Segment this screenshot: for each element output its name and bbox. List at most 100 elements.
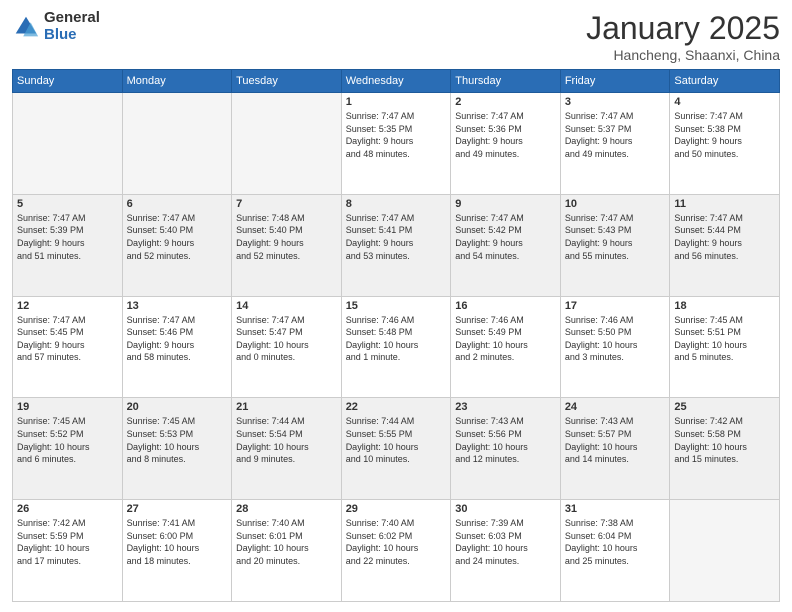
calendar-week-row: 1 Sunrise: 7:47 AM Sunset: 5:35 PM Daylig… [13,93,780,195]
day-number: 13 [127,300,228,312]
day-info: Sunrise: 7:46 AM Sunset: 5:48 PM Dayligh… [346,314,447,364]
day-info: Sunrise: 7:45 AM Sunset: 5:53 PM Dayligh… [127,415,228,465]
title-block: January 2025 Hancheng, Shaanxi, China [586,10,780,63]
day-info: Sunrise: 7:43 AM Sunset: 5:56 PM Dayligh… [455,415,556,465]
day-number: 9 [455,198,556,210]
calendar-weekday-saturday: Saturday [670,70,780,93]
day-info: Sunrise: 7:47 AM Sunset: 5:44 PM Dayligh… [674,212,775,262]
day-info: Sunrise: 7:47 AM Sunset: 5:39 PM Dayligh… [17,212,118,262]
day-number: 3 [565,96,666,108]
calendar-weekday-sunday: Sunday [13,70,123,93]
calendar-cell [670,500,780,602]
day-info: Sunrise: 7:39 AM Sunset: 6:03 PM Dayligh… [455,517,556,567]
day-info: Sunrise: 7:47 AM Sunset: 5:45 PM Dayligh… [17,314,118,364]
day-number: 15 [346,300,447,312]
logo-blue: Blue [44,27,100,44]
calendar-week-row: 26 Sunrise: 7:42 AM Sunset: 5:59 PM Dayli… [13,500,780,602]
calendar-cell: 17 Sunrise: 7:46 AM Sunset: 5:50 PM Dayli… [560,296,670,398]
calendar-cell: 16 Sunrise: 7:46 AM Sunset: 5:49 PM Dayli… [451,296,561,398]
day-info: Sunrise: 7:46 AM Sunset: 5:49 PM Dayligh… [455,314,556,364]
calendar-weekday-monday: Monday [122,70,232,93]
calendar-cell: 3Sunrise: 7:47 AM Sunset: 5:37 PM Daylig… [560,93,670,195]
day-number: 7 [236,198,337,210]
day-number: 25 [674,401,775,413]
day-info: Sunrise: 7:47 AM Sunset: 5:42 PM Dayligh… [455,212,556,262]
day-number: 22 [346,401,447,413]
day-number: 20 [127,401,228,413]
day-info: Sunrise: 7:47 AM Sunset: 5:36 PM Dayligh… [455,110,556,160]
calendar-cell: 8Sunrise: 7:47 AM Sunset: 5:41 PM Daylig… [341,194,451,296]
calendar-cell: 23 Sunrise: 7:43 AM Sunset: 5:56 PM Dayli… [451,398,561,500]
calendar-cell: 29Sunrise: 7:40 AM Sunset: 6:02 PM Dayli… [341,500,451,602]
day-number: 1 [346,96,447,108]
day-info: Sunrise: 7:46 AM Sunset: 5:50 PM Dayligh… [565,314,666,364]
calendar-cell: 13Sunrise: 7:47 AM Sunset: 5:46 PM Dayli… [122,296,232,398]
logo-general: General [44,10,100,27]
day-info: Sunrise: 7:45 AM Sunset: 5:52 PM Dayligh… [17,415,118,465]
day-number: 5 [17,198,118,210]
calendar-cell: 22 Sunrise: 7:44 AM Sunset: 5:55 PM Dayli… [341,398,451,500]
calendar-cell: 5 Sunrise: 7:47 AM Sunset: 5:39 PM Daylig… [13,194,123,296]
day-number: 26 [17,503,118,515]
day-info: Sunrise: 7:42 AM Sunset: 5:58 PM Dayligh… [674,415,775,465]
logo-icon [12,13,40,41]
title-location: Hancheng, Shaanxi, China [586,47,780,63]
calendar-cell [122,93,232,195]
calendar-cell: 25 Sunrise: 7:42 AM Sunset: 5:58 PM Dayli… [670,398,780,500]
calendar-weekday-wednesday: Wednesday [341,70,451,93]
day-number: 16 [455,300,556,312]
day-info: Sunrise: 7:44 AM Sunset: 5:54 PM Dayligh… [236,415,337,465]
calendar-cell: 14Sunrise: 7:47 AM Sunset: 5:47 PM Dayli… [232,296,342,398]
day-number: 29 [346,503,447,515]
day-info: Sunrise: 7:42 AM Sunset: 5:59 PM Dayligh… [17,517,118,567]
calendar-cell: 26 Sunrise: 7:42 AM Sunset: 5:59 PM Dayli… [13,500,123,602]
day-info: Sunrise: 7:38 AM Sunset: 6:04 PM Dayligh… [565,517,666,567]
calendar-header-row: SundayMondayTuesdayWednesdayThursdayFrid… [13,70,780,93]
calendar-weekday-tuesday: Tuesday [232,70,342,93]
calendar-cell [232,93,342,195]
calendar-cell [13,93,123,195]
calendar-cell: 12 Sunrise: 7:47 AM Sunset: 5:45 PM Dayli… [13,296,123,398]
calendar-week-row: 19 Sunrise: 7:45 AM Sunset: 5:52 PM Dayli… [13,398,780,500]
calendar-cell: 15 Sunrise: 7:46 AM Sunset: 5:48 PM Dayli… [341,296,451,398]
calendar-cell: 31 Sunrise: 7:38 AM Sunset: 6:04 PM Dayli… [560,500,670,602]
day-number: 23 [455,401,556,413]
calendar-cell: 2Sunrise: 7:47 AM Sunset: 5:36 PM Daylig… [451,93,561,195]
calendar-cell: 20 Sunrise: 7:45 AM Sunset: 5:53 PM Dayli… [122,398,232,500]
calendar-weekday-thursday: Thursday [451,70,561,93]
calendar-cell: 4Sunrise: 7:47 AM Sunset: 5:38 PM Daylig… [670,93,780,195]
day-number: 8 [346,198,447,210]
page: General Blue January 2025 Hancheng, Shaa… [0,0,792,612]
day-number: 12 [17,300,118,312]
calendar-cell: 19 Sunrise: 7:45 AM Sunset: 5:52 PM Dayli… [13,398,123,500]
day-info: Sunrise: 7:45 AM Sunset: 5:51 PM Dayligh… [674,314,775,364]
calendar-cell: 24Sunrise: 7:43 AM Sunset: 5:57 PM Dayli… [560,398,670,500]
calendar-cell: 1 Sunrise: 7:47 AM Sunset: 5:35 PM Daylig… [341,93,451,195]
day-info: Sunrise: 7:40 AM Sunset: 6:01 PM Dayligh… [236,517,337,567]
day-number: 27 [127,503,228,515]
day-number: 30 [455,503,556,515]
title-month: January 2025 [586,10,780,47]
calendar-cell: 10Sunrise: 7:47 AM Sunset: 5:43 PM Dayli… [560,194,670,296]
calendar-cell: 6Sunrise: 7:47 AM Sunset: 5:40 PM Daylig… [122,194,232,296]
day-number: 17 [565,300,666,312]
day-number: 31 [565,503,666,515]
day-number: 11 [674,198,775,210]
calendar-cell: 21Sunrise: 7:44 AM Sunset: 5:54 PM Dayli… [232,398,342,500]
calendar-week-row: 5 Sunrise: 7:47 AM Sunset: 5:39 PM Daylig… [13,194,780,296]
day-number: 4 [674,96,775,108]
day-number: 19 [17,401,118,413]
day-info: Sunrise: 7:44 AM Sunset: 5:55 PM Dayligh… [346,415,447,465]
day-info: Sunrise: 7:48 AM Sunset: 5:40 PM Dayligh… [236,212,337,262]
calendar-cell: 11 Sunrise: 7:47 AM Sunset: 5:44 PM Dayli… [670,194,780,296]
day-info: Sunrise: 7:47 AM Sunset: 5:35 PM Dayligh… [346,110,447,160]
day-number: 18 [674,300,775,312]
calendar-table: SundayMondayTuesdayWednesdayThursdayFrid… [12,69,780,602]
day-number: 24 [565,401,666,413]
calendar-cell: 30 Sunrise: 7:39 AM Sunset: 6:03 PM Dayli… [451,500,561,602]
header: General Blue January 2025 Hancheng, Shaa… [12,10,780,63]
day-info: Sunrise: 7:47 AM Sunset: 5:43 PM Dayligh… [565,212,666,262]
calendar-cell: 7 Sunrise: 7:48 AM Sunset: 5:40 PM Daylig… [232,194,342,296]
calendar-week-row: 12 Sunrise: 7:47 AM Sunset: 5:45 PM Dayli… [13,296,780,398]
day-info: Sunrise: 7:41 AM Sunset: 6:00 PM Dayligh… [127,517,228,567]
